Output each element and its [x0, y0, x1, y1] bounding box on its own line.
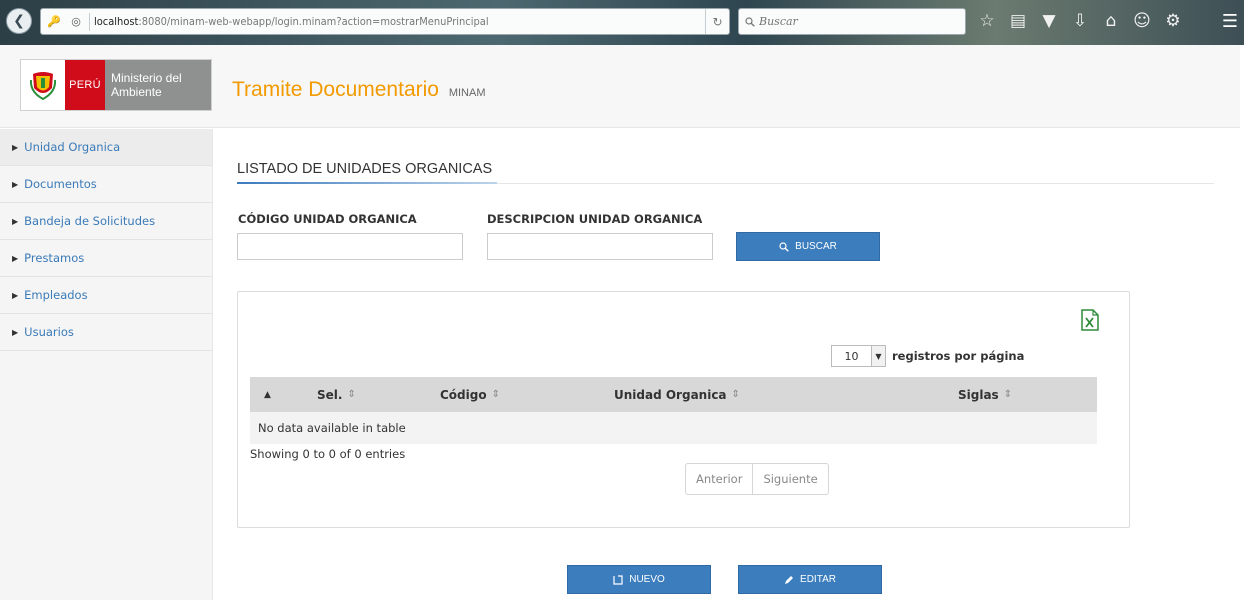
reload-icon[interactable]: ↻: [705, 9, 729, 34]
url-separator: [89, 12, 90, 31]
browser-search-input[interactable]: [759, 15, 949, 28]
column-label: Código: [440, 387, 487, 402]
logo-ministry-line2: Ambiente: [111, 85, 162, 99]
pagination: Anterior Siguiente: [685, 463, 829, 495]
table-info: Showing 0 to 0 of 0 entries: [250, 447, 406, 461]
next-page-button[interactable]: Siguiente: [752, 464, 827, 494]
url-host: localhost: [94, 15, 139, 28]
column-header-unidad-organica[interactable]: Unidad Organica ⇕: [614, 377, 740, 412]
caret-right-icon: ▶: [12, 290, 19, 300]
column-header-codigo[interactable]: Código ⇕: [440, 377, 500, 412]
prev-page-button[interactable]: Anterior: [686, 464, 752, 494]
chevron-down-icon: ▼: [871, 346, 885, 366]
search-button[interactable]: BUSCAR: [736, 232, 880, 261]
globe-icon[interactable]: ◎: [67, 13, 85, 31]
column-label: Unidad Organica: [614, 387, 727, 402]
hamburger-menu-icon[interactable]: ☰: [1222, 11, 1238, 32]
logo-ministry-line1: Ministerio del: [111, 71, 182, 85]
home-icon[interactable]: ⌂: [1100, 9, 1122, 33]
extension-icon[interactable]: ⚙: [1162, 9, 1184, 33]
sort-icon: ⇕: [1003, 389, 1013, 400]
back-arrow-icon[interactable]: ❮: [6, 8, 32, 34]
sidebar-nav: ▶ Unidad Organica ▶ Documentos ▶ Bandeja de…: [0, 129, 213, 600]
code-input[interactable]: [237, 233, 463, 260]
search-icon: [745, 16, 755, 27]
page-size-value: 10: [844, 349, 859, 363]
browser-search-bar[interactable]: [738, 8, 966, 35]
sort-asc-icon[interactable]: ▲: [264, 377, 271, 412]
sidebar-item-unidad-organica[interactable]: ▶ Unidad Organica: [0, 129, 212, 166]
title-accent-line: [237, 182, 497, 184]
page-title: LISTADO DE UNIDADES ORGANICAS: [237, 161, 493, 177]
url-path: :8080/minam-web-webapp/login.minam?actio…: [138, 15, 489, 28]
search-icon: [779, 241, 789, 252]
sidebar-item-usuarios[interactable]: ▶ Usuarios: [0, 314, 212, 351]
column-label: Sel.: [317, 387, 343, 402]
sidebar-item-label: Bandeja de Solicitudes: [24, 214, 156, 228]
column-header-sel[interactable]: Sel. ⇕: [317, 377, 356, 412]
column-label: Siglas: [958, 387, 999, 402]
new-document-icon: [613, 574, 623, 585]
results-panel: 10 ▼ registros por página ▲ Sel. ⇕ Código…: [237, 291, 1130, 528]
sidebar-item-label: Unidad Organica: [24, 140, 121, 154]
sort-icon: ⇕: [731, 389, 740, 400]
caret-right-icon: ▶: [12, 142, 19, 152]
coat-of-arms-icon: [21, 60, 65, 110]
chat-icon[interactable]: ☺: [1131, 9, 1153, 33]
logo-country: PERÚ: [65, 60, 105, 110]
pocket-icon[interactable]: ▼: [1038, 9, 1060, 33]
app-title: Tramite Documentario MINAM: [232, 78, 485, 102]
sidebar-item-label: Empleados: [24, 288, 88, 302]
excel-export-icon[interactable]: [1081, 309, 1099, 331]
pencil-icon: [785, 575, 794, 584]
sort-icon: ⇕: [347, 389, 356, 400]
sidebar-item-documentos[interactable]: ▶ Documentos: [0, 166, 212, 203]
edit-button-label: EDITAR: [800, 574, 836, 585]
table-empty-row: No data available in table: [250, 412, 1097, 444]
app-header: PERÚ Ministerio del Ambiente Tramite Doc…: [0, 45, 1240, 128]
page-size-select[interactable]: 10 ▼: [831, 345, 886, 367]
new-button[interactable]: NUEVO: [567, 565, 711, 594]
sort-icon: ⇕: [491, 389, 500, 400]
table-header: ▲ Sel. ⇕ Código ⇕ Unidad Organica ⇕ Siglas ⇕: [250, 377, 1097, 412]
page-size-label: registros por página: [892, 349, 1025, 363]
logo-ministry-name: Ministerio del Ambiente: [105, 60, 211, 110]
sidebar-item-label: Prestamos: [24, 251, 85, 265]
reading-list-icon[interactable]: ▤: [1007, 9, 1029, 33]
code-field-label: CÓDIGO UNIDAD ORGANICA: [238, 212, 417, 226]
app-subtitle: MINAM: [448, 87, 486, 99]
caret-right-icon: ▶: [12, 216, 19, 226]
edit-button[interactable]: EDITAR: [738, 565, 882, 594]
address-bar[interactable]: 🔑 ◎ localhost:8080/minam-web-webapp/logi…: [40, 8, 730, 35]
page-size-control: 10 ▼ registros por página: [831, 345, 1024, 367]
search-button-label: BUSCAR: [795, 241, 837, 252]
url-text[interactable]: localhost:8080/minam-web-webapp/login.mi…: [94, 15, 489, 28]
sidebar-item-label: Documentos: [24, 177, 97, 191]
description-field-label: DESCRIPCION UNIDAD ORGANICA: [487, 212, 703, 226]
description-input[interactable]: [487, 233, 713, 260]
sidebar-item-label: Usuarios: [24, 325, 74, 339]
key-icon[interactable]: 🔑: [45, 13, 63, 31]
sidebar-item-empleados[interactable]: ▶ Empleados: [0, 277, 212, 314]
bookmark-star-icon[interactable]: ☆: [976, 9, 998, 33]
browser-toolbar: ❮ 🔑 ◎ localhost:8080/minam-web-webapp/lo…: [0, 0, 1244, 45]
sidebar-item-bandeja-de-solicitudes[interactable]: ▶ Bandeja de Solicitudes: [0, 203, 212, 240]
new-button-label: NUEVO: [629, 574, 665, 585]
sidebar-item-prestamos[interactable]: ▶ Prestamos: [0, 240, 212, 277]
download-icon[interactable]: ⇩: [1069, 9, 1091, 33]
column-header-siglas[interactable]: Siglas ⇕: [958, 377, 1012, 412]
ministry-logo[interactable]: PERÚ Ministerio del Ambiente: [20, 59, 212, 111]
caret-right-icon: ▶: [12, 327, 19, 337]
app-title-text: Tramite Documentario: [232, 78, 439, 101]
caret-right-icon: ▶: [12, 253, 19, 263]
caret-right-icon: ▶: [12, 179, 19, 189]
